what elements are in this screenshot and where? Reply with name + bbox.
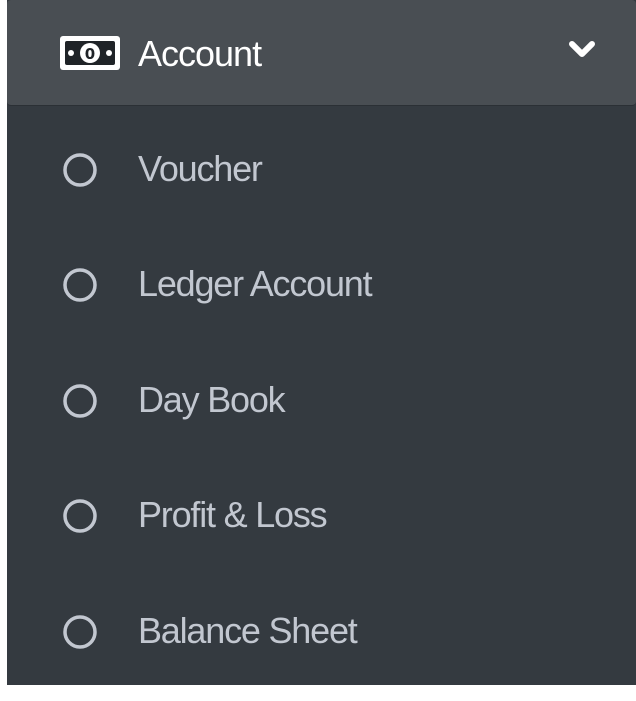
- menu-item-label: Ledger Account: [138, 263, 373, 304]
- money-bill-icon: 0: [60, 36, 120, 70]
- menu-item-label: Balance Sheet: [138, 610, 358, 651]
- menu-item-day-book[interactable]: Day Book: [7, 354, 636, 444]
- circle-outline-icon: [63, 268, 97, 302]
- circle-outline-icon: [63, 384, 97, 418]
- menu-item-balance-sheet[interactable]: Balance Sheet: [7, 585, 636, 675]
- menu-item-profit-loss[interactable]: Profit & Loss: [7, 469, 636, 559]
- menu-item-voucher[interactable]: Voucher: [7, 123, 636, 213]
- sidebar-menu: 0 Account Voucher Ledger Account Day Boo…: [7, 0, 636, 685]
- circle-outline-icon: [63, 615, 97, 649]
- circle-outline-icon: [63, 153, 97, 187]
- menu-item-label: Profit & Loss: [138, 494, 328, 535]
- svg-text:0: 0: [85, 45, 95, 63]
- circle-outline-icon: [63, 499, 97, 533]
- account-menu-toggle[interactable]: 0 Account: [7, 0, 636, 106]
- account-menu-label: Account: [138, 33, 262, 74]
- menu-item-label: Day Book: [138, 379, 286, 420]
- menu-item-label: Voucher: [138, 148, 263, 189]
- chevron-down-icon[interactable]: [569, 40, 595, 60]
- menu-item-ledger-account[interactable]: Ledger Account: [7, 238, 636, 328]
